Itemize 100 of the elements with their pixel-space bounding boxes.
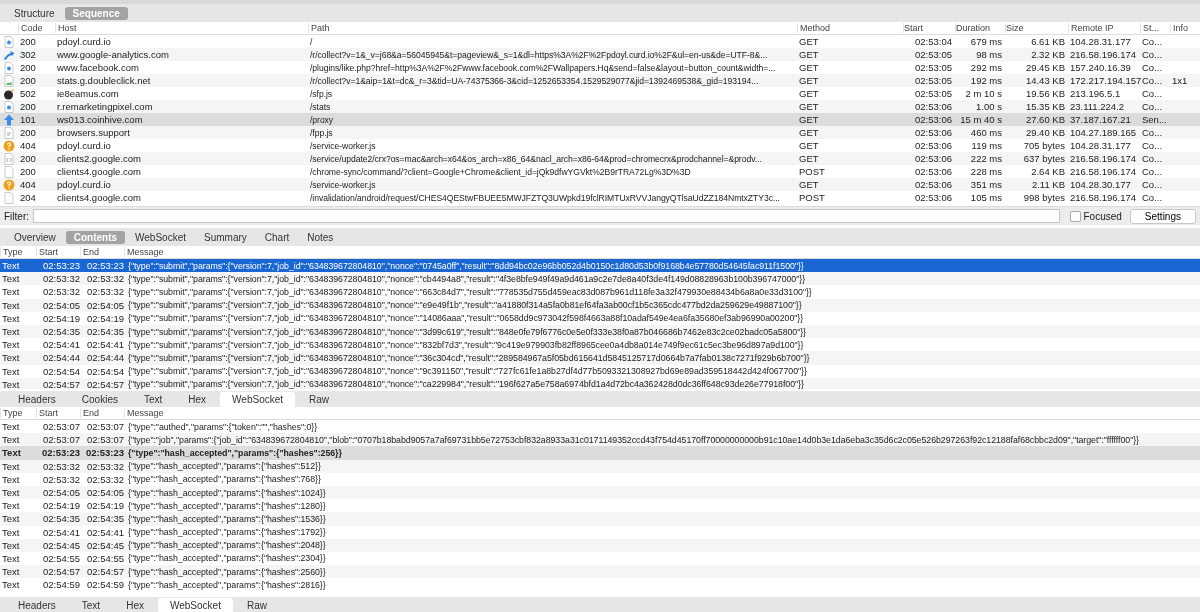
column-header[interactable]: Remote IP — [1068, 23, 1140, 33]
column-header[interactable]: Code — [18, 23, 55, 33]
table-row[interactable]: Text 02:54:35 02:54:35 {"type":"submit","params":{"version":7,"job_id":"634839672804810","nonce":"3d99c619","result":"848e0fe79f6776c0e5e0f333e38f0a87b046686b7462e83c2ce02badc05a5800"}} — [0, 324, 1200, 339]
column-header[interactable]: Host — [55, 23, 308, 33]
settings-button[interactable]: Settings — [1129, 208, 1196, 224]
table-row[interactable]: 200 pdoyl.curd.io / GET 02:53:04 679 ms 6.61 KB 104.28.31.177 Co... — [0, 35, 1200, 48]
table-row[interactable]: Text 02:54:57 02:54:57 {"type":"hash_accepted","params":{"hashes":2560}} — [0, 565, 1200, 579]
table-row[interactable]: Text 02:54:55 02:54:55 {"type":"hash_accepted","params":{"hashes":2304}} — [0, 551, 1200, 566]
table-cell-text: Text — [1, 273, 21, 285]
column-header[interactable]: Start — [36, 247, 80, 257]
table-cell-text: Text — [1, 421, 21, 433]
column-header[interactable]: Type — [0, 247, 36, 257]
table-row[interactable]: 200 r.remarketingpixel.com /stats GET 02:53:06 1.00 s 15.35 KB 23.111.224.2 Co... — [0, 100, 1200, 113]
table-row[interactable]: Text 02:54:35 02:54:35 {"type":"hash_accepted","params":{"hashes":1536}} — [0, 512, 1200, 526]
table-row[interactable]: 404 pdoyl.curd.io /service-worker.js GET 02:53:06 119 ms 705 bytes 104.28.31.177 Co... — [0, 139, 1200, 152]
tab[interactable]: Hex — [176, 391, 219, 407]
table-row[interactable]: 200 browsers.support /fpp.js GET 02:53:06 460 ms 29.40 KB 104.27.189.165 Co... — [0, 126, 1200, 139]
table-row[interactable]: 200 www.facebook.com /plugins/like.php?href=http%3A%2F%2Fwww.facebook.com%2FWallpapers.Hq&send=false&layout=button_count&width=... GET 02:53:05 292 ms 29.45 KB 157.240.16.39 Co... — [0, 61, 1200, 74]
table-row[interactable]: Text 02:53:32 02:53:32 {"type":"submit","params":{"version":7,"job_id":"634839672804810","nonce":"cb4494a8","result":"4f3e8bfe949f49a9d461a9c2e7de8a40f3de4f149d08828963b100b396747000"}} — [0, 272, 1200, 286]
table-cell-text: 302 — [19, 49, 37, 60]
table-row[interactable]: Text 02:54:57 02:54:57 {"type":"submit","params":{"version":7,"job_id":"634839672804810","nonce":"ca229984","result":"196f627a5e758a6974bfd1a4d72bc4a362428d0dc36ff648c93de26e77918f00"}} — [0, 377, 1200, 389]
tab[interactable]: Text — [69, 597, 113, 612]
table-row[interactable]: 204 clients4.google.com /invalidation/android/request/CHES4QEStwFBUEE5MWJFZTQ3UWpkd19fclRIMTUxRVVJangyQTlsaUdZZ184NmtxZTY3c... POST 02:53:06 105 ms 998 bytes 216.58.196.174 Co... — [0, 191, 1200, 204]
column-header[interactable]: Start — [36, 408, 80, 418]
tab[interactable]: Overview — [6, 230, 64, 244]
table-cell-text: {"type":"job","params":{"job_id":"634839672804810","blob":"0707b18babd9057a7af69731bb5e72753cbf832a8933a31c0171149352ccd43f754d45170ff70000000000b91c10ae14d0b3e1da6eba3c35d6c2c05e526b297263f92c12188faf68cbbc2d09","target":"ffffff00"}} — [127, 434, 1140, 445]
column-header[interactable]: End — [80, 247, 124, 257]
table-cell-text: {"type":"hash_accepted","params":{"hashes":256}} — [127, 447, 343, 458]
table-row[interactable]: Text 02:53:23 02:53:23 {"type":"hash_accepted","params":{"hashes":256}} — [0, 446, 1200, 460]
tab[interactable]: Summary — [196, 230, 255, 244]
tab[interactable]: Hex — [114, 597, 156, 612]
table-row[interactable]: 200 stats.g.doubleclick.net /r/collect?v=1&aip=1&t=dc&_r=3&tid=UA-74375366-3&cid=1252653354.1529529077&jid=1392469538&_gid=193194... GET 02:53:05 192 ms 14.43 KB 172.217.194.157Co... 1x1 — [0, 74, 1200, 87]
table-row[interactable]: 404 pdoyl.curd.io /service-worker.js GET 02:53:06 351 ms 2.11 KB 104.28.30.177 Co... — [0, 178, 1200, 191]
tab[interactable]: WebSocket — [127, 230, 194, 244]
column-header[interactable]: Method — [797, 23, 903, 33]
column-header[interactable]: Start — [903, 23, 955, 33]
table-row[interactable]: Text 02:54:41 02:54:41 {"type":"submit","params":{"version":7,"job_id":"634839672804810","nonce":"832bf7d3","result":"9c419e979903fb82ff8965cee0a4db8a014e749f9ec61c5ec3be96d897a9d100"}} — [0, 338, 1200, 352]
table-cell-text: 02:54:44 — [42, 352, 80, 364]
table-cell-text: {"type":"hash_accepted","params":{"hashes":512}} — [127, 461, 322, 472]
tab[interactable]: Chart — [256, 230, 298, 244]
table-cell-text: /plugins/like.php?href=http%3A%2F%2Fwww.facebook.com%2FWallpapers.Hq&send=false&layout=button_count&width=... — [309, 62, 777, 73]
table-row[interactable]: 302 www.google-analytics.com /r/collect?v=1&_v=j68&a=56045945&t=pageview&_s=1&dl=https%3A%2F%2Fpdoyl.curd.io%2F&ul=en-us&de=UTF-8&... GET 02:53:05 98 ms 2.32 KB 216.58.196.174 Co... — [0, 48, 1200, 61]
table-cell-text: 02:53:05 — [914, 62, 953, 73]
table-row[interactable]: 200 clients4.google.com /chrome-sync/command/?client=Google+Chrome&client_id=jQk9dfwYGVkt%2B9rTRA72Lg%3D%3D POST 02:53:06 228 ms 2.64 KB 216.58.196.174 Co... — [0, 165, 1200, 178]
tab[interactable]: Cookies — [69, 391, 130, 407]
table-row[interactable]: Text 02:54:45 02:54:45 {"type":"hash_accepted","params":{"hashes":2048}} — [0, 538, 1200, 552]
table-cell-text: 15.35 KB — [1024, 101, 1066, 112]
table-row[interactable]: Text 02:53:32 02:53:32 {"type":"submit","params":{"version":7,"job_id":"634839672804810","nonce":"663c84d7","result":"778535d755d459eac83d087b961d118fe3a32f479930e88434b6a8a0e33d3100"}} — [0, 285, 1200, 299]
table-cell-text: 02:53:32 — [42, 273, 80, 285]
table-cell-text: 02:53:07 — [86, 434, 124, 446]
table-row[interactable]: Text 02:54:44 02:54:44 {"type":"submit","params":{"version":7,"job_id":"634839672804810","nonce":"36c304cd","result":"289584967a5f05bd615641d5845125717d0664b7a7fab0138c7271f929b6b700"}} — [0, 351, 1200, 365]
tab[interactable]: Headers — [6, 597, 68, 612]
table-cell-text: 216.58.196.174 — [1069, 153, 1138, 164]
column-header[interactable]: End — [80, 408, 124, 418]
table-cell-text: 02:54:05 — [86, 487, 124, 499]
column-header[interactable]: Path — [308, 23, 797, 33]
tab[interactable]: Headers — [6, 391, 68, 407]
tab[interactable]: Notes — [299, 230, 342, 244]
table-row[interactable]: Text 02:53:32 02:53:32 {"type":"hash_accepted","params":{"hashes":768}} — [0, 472, 1200, 486]
table-cell-text: browsers.support — [56, 127, 131, 138]
column-header[interactable]: Duration — [955, 23, 1005, 33]
table-cell-text: 02:53:32 — [42, 460, 80, 472]
table-row[interactable]: Text 02:54:19 02:54:19 {"type":"hash_accepted","params":{"hashes":1280}} — [0, 499, 1200, 513]
table-row[interactable]: Text 02:54:54 02:54:54 {"type":"submit","params":{"version":7,"job_id":"634839672804810","nonce":"9c391150","result":"727fc61fe1a8b27df4d77b5093321308927bd69e89ad359518442d424f067700"}} — [0, 364, 1200, 378]
table-cell-text: 02:54:45 — [42, 539, 80, 551]
tab[interactable]: WebSocket — [220, 391, 296, 407]
table-row[interactable]: Text 02:54:05 02:54:05 {"type":"submit","params":{"version":7,"job_id":"634839672804810","nonce":"e9e49f1b","result":"a41880f314a5fa0b81ef64fa3ab00cf1b5c365cdc477bd2da259629e49887100"}} — [0, 298, 1200, 312]
tab[interactable]: Raw — [234, 597, 279, 612]
filter-field[interactable] — [33, 209, 1060, 223]
table-cell-text: 02:54:44 — [86, 352, 124, 364]
table-row[interactable]: 502 ie8eamus.com /sfp.js GET 02:53:05 2 m 10 s 19.56 KB 213.196.5.1 Co... — [0, 87, 1200, 100]
table-row[interactable]: Text 02:54:05 02:54:05 {"type":"hash_accepted","params":{"hashes":1024}} — [0, 485, 1200, 500]
tab[interactable]: Raw — [297, 391, 342, 407]
column-header[interactable]: Info — [1170, 23, 1200, 33]
table-cell-text: 02:53:06 — [914, 166, 953, 177]
table-row[interactable]: 101 ws013.coinhive.com /proxy GET 02:53:06 15 m 40 s 27.60 KB 37.187.167.21 Sen... — [0, 113, 1200, 126]
table-row[interactable]: Text 02:54:41 02:54:41 {"type":"hash_accepted","params":{"hashes":1792}} — [0, 525, 1200, 539]
tab[interactable]: Structure — [6, 6, 63, 20]
table-cell-text: 02:53:32 — [42, 473, 80, 485]
table-cell-text: pdoyl.curd.io — [56, 140, 112, 151]
table-row[interactable] — [0, 433, 1200, 447]
table-row[interactable]: Text 02:54:19 02:54:19 {"type":"submit","params":{"version":7,"job_id":"634839672804810","nonce":"14086aaa","result":"0658dd9c973042f598f4663a88f10adaf549e4ea6fa35680ef3ab96990a00200"}} — [0, 311, 1200, 325]
column-header[interactable]: Message — [124, 408, 1200, 418]
table-cell-text: 02:54:59 — [86, 579, 124, 591]
table-row[interactable]: Text 02:53:23 02:53:23 {"type":"submit","params":{"version":7,"job_id":"634839672804810","nonce":"0745a0ff","result":"8dd94bc02e96bb052d4b0150c1d80d53b0f9168b4e57780d54645fac911f1500"}} — [0, 259, 1200, 273]
table-cell-text: 200 — [19, 127, 37, 138]
tab[interactable]: WebSocket — [157, 597, 233, 612]
column-header[interactable]: Size — [1005, 23, 1068, 33]
column-header[interactable]: Type — [0, 408, 36, 418]
focused-checkbox[interactable]: Focused — [1069, 210, 1122, 222]
table-cell-text: 02:54:19 — [42, 312, 80, 324]
table-row[interactable]: Text 02:54:59 02:54:59 {"type":"hash_accepted","params":{"hashes":2816}} — [0, 578, 1200, 592]
table-row[interactable]: Text 02:53:07 02:53:07 {"type":"authed","params":{"token":"","hashes":0}} — [0, 420, 1200, 434]
column-header[interactable]: Message — [124, 247, 1200, 257]
table-cell-text: pdoyl.curd.io — [56, 179, 112, 190]
table-cell-text: /stats — [309, 101, 332, 112]
column-header[interactable]: St... — [1140, 23, 1170, 33]
table-cell-text: Text — [1, 286, 21, 298]
table-row[interactable]: 200 clients2.google.com /service/update2/crx?os=mac&arch=x64&os_arch=x86_64&nacl_arch=x86-64&prod=chromecrx&prodchannel=&prodv... GET 02:53:06 222 ms 637 bytes 216.58.196.174 Co... — [0, 152, 1200, 165]
tab[interactable]: Text — [131, 391, 175, 407]
